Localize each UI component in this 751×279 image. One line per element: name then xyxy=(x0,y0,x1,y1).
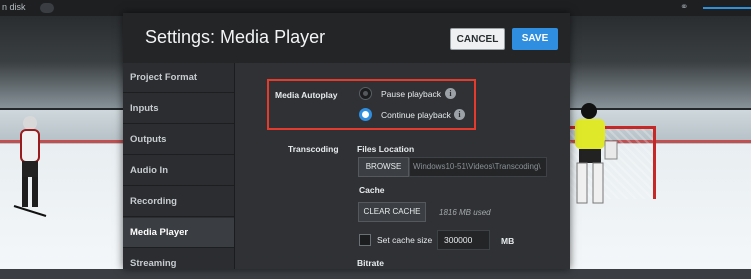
cancel-button[interactable]: CANCEL xyxy=(450,28,505,50)
sidebar-item-recording[interactable]: Recording xyxy=(123,187,234,217)
hockey-player-figure xyxy=(13,116,47,217)
sidebar-item-inputs[interactable]: Inputs xyxy=(123,94,234,124)
disk-label: n disk xyxy=(2,2,26,12)
cache-unit-label: MB xyxy=(501,236,515,246)
dialog-title: Settings: Media Player xyxy=(145,27,326,47)
cache-used-text: 1816 MB used xyxy=(439,208,491,217)
cloud-icon[interactable] xyxy=(40,3,54,13)
goalie-figure xyxy=(575,103,618,204)
sidebar-item-media-player[interactable]: Media Player xyxy=(123,218,234,248)
highlight-box xyxy=(267,79,476,130)
settings-dialog: Settings: Media Player CANCEL SAVE Proje… xyxy=(123,13,570,269)
files-location-field[interactable]: Windows10-51\Videos\Transcoding\ xyxy=(409,157,547,177)
set-cache-size-label: Set cache size xyxy=(377,235,433,245)
transcoding-label: Transcoding xyxy=(288,144,339,154)
sidebar-item-outputs[interactable]: Outputs xyxy=(123,125,234,155)
files-location-label: Files Location xyxy=(357,144,415,154)
cache-size-input[interactable]: 300000 xyxy=(437,230,490,250)
sidebar-item-streaming[interactable]: Streaming xyxy=(123,249,234,279)
browse-button[interactable]: BROWSE xyxy=(358,157,409,177)
clear-cache-button[interactable]: CLEAR CACHE xyxy=(358,202,426,222)
headphones-icon[interactable]: ⚭ xyxy=(680,2,688,13)
sidebar-item-audio-in[interactable]: Audio In xyxy=(123,156,234,186)
volume-slider[interactable] xyxy=(703,7,751,9)
bitrate-label: Bitrate xyxy=(357,258,384,268)
cache-label: Cache xyxy=(359,185,385,195)
save-button[interactable]: SAVE xyxy=(512,28,558,50)
set-cache-size-checkbox[interactable] xyxy=(359,234,371,246)
settings-sidebar: Project Format Inputs Outputs Audio In R… xyxy=(123,63,235,269)
sidebar-item-project-format[interactable]: Project Format xyxy=(123,63,234,93)
